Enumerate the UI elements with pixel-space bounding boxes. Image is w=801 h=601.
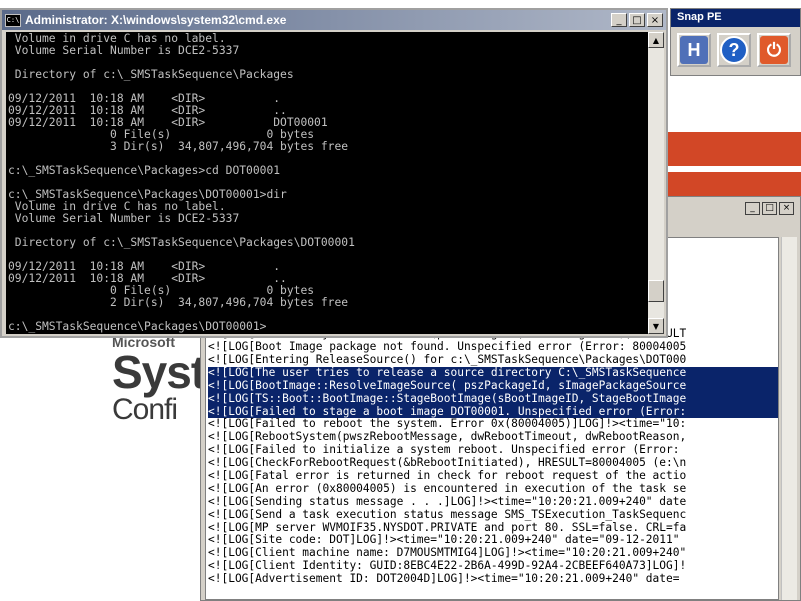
console-line: Volume Serial Number is DCE2-5337	[8, 212, 240, 225]
console-line: Volume Serial Number is DCE2-5337	[8, 44, 240, 57]
snap-pe-panel: Snap PE H ? ⏻	[670, 8, 801, 76]
log-maximize-button[interactable]: □	[762, 201, 777, 215]
log-line[interactable]: <![LOG[Send a task execution status mess…	[208, 508, 778, 522]
cmd-app-icon[interactable]: C:\	[5, 13, 21, 27]
snap-pe-toolbar: H ? ⏻	[671, 27, 800, 73]
splash-accent-bar-lower	[668, 172, 801, 196]
console-line: c:\_SMSTaskSequence\Packages\DOT00001>	[8, 320, 267, 333]
log-line[interactable]: <![LOG[Advertisement ID: DOT2004D]LOG]!>…	[208, 572, 778, 586]
console-line: c:\_SMSTaskSequence\Packages>cd DOT00001	[8, 164, 281, 177]
log-minimize-button[interactable]: _	[745, 201, 760, 215]
cmd-scroll-down-arrow[interactable]: ▼	[648, 318, 664, 334]
console-line: Directory of c:\_SMSTaskSequence\Package…	[8, 68, 294, 81]
log-line[interactable]: <![LOG[Entering ReleaseSource() for c:\_…	[208, 353, 778, 367]
splash-brand-line2: Syst	[112, 346, 206, 398]
snap-drive-button[interactable]: H	[677, 33, 711, 67]
cmd-window-controls: _ □ ×	[611, 13, 666, 27]
help-icon: ?	[720, 36, 748, 64]
splash-accent-bar	[668, 132, 801, 166]
log-vertical-scrollbar[interactable]	[781, 237, 797, 600]
splash-brand-line3: Confi	[112, 393, 178, 426]
log-line-selected[interactable]: <![LOG[The user tries to release a sourc…	[208, 366, 778, 380]
cmd-maximize-button[interactable]: □	[629, 13, 645, 27]
snap-pe-title: Snap PE	[671, 9, 800, 27]
cmd-vertical-scrollbar[interactable]: ▲ ▼	[648, 32, 664, 334]
log-close-button[interactable]: ×	[779, 201, 794, 215]
splash-brand: Microsoft Syst Confi	[112, 334, 206, 426]
cmd-scroll-thumb[interactable]	[648, 280, 664, 302]
power-icon: ⏻	[760, 36, 788, 64]
cmd-window-title: Administrator: X:\windows\system32\cmd.e…	[25, 13, 287, 27]
drive-icon: H	[680, 36, 708, 64]
log-line-selected[interactable]: <![LOG[TS::Boot::BootImage::StageBootIma…	[208, 392, 778, 406]
log-line[interactable]: <![LOG[An error (0x80004005) is encounte…	[208, 482, 778, 496]
cmd-minimize-button[interactable]: _	[611, 13, 627, 27]
cmd-console-output[interactable]: Volume in drive C has no label. Volume S…	[6, 32, 648, 334]
console-line: 2 Dir(s) 34,807,496,704 bytes free	[8, 296, 349, 309]
log-line[interactable]: <![LOG[Fatal error is returned in check …	[208, 469, 778, 483]
console-line: 3 Dir(s) 34,807,496,704 bytes free	[8, 140, 349, 153]
cmd-titlebar[interactable]: C:\ Administrator: X:\windows\system32\c…	[2, 10, 666, 30]
snap-power-button[interactable]: ⏻	[757, 33, 791, 67]
cmd-scroll-up-arrow[interactable]: ▲	[648, 32, 664, 48]
log-line-selected[interactable]: <![LOG[BootImage::ResolveImageSource( ps…	[208, 379, 778, 393]
console-line: Directory of c:\_SMSTaskSequence\Package…	[8, 236, 355, 249]
snap-help-button[interactable]: ?	[717, 33, 751, 67]
cmd-close-button[interactable]: ×	[647, 13, 663, 27]
log-line[interactable]: <![LOG[Sending status message . . .]LOG]…	[208, 495, 778, 509]
cmd-window: C:\ Administrator: X:\windows\system32\c…	[0, 8, 668, 338]
